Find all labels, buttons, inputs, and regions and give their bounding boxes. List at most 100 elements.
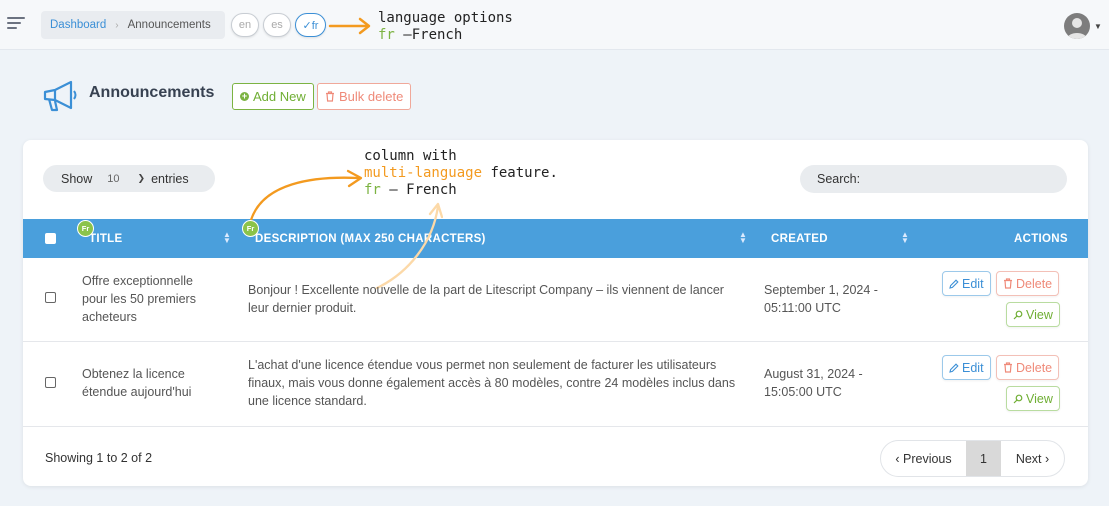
chevron-down-icon: ❯	[137, 173, 146, 183]
entries-label: entries	[151, 171, 189, 186]
megaphone-icon	[43, 80, 77, 112]
delete-label: Delete	[1016, 360, 1053, 375]
breadcrumb-separator-icon: ›	[115, 19, 119, 31]
show-label: Show	[61, 171, 93, 186]
annotation-line: fr –French	[378, 27, 513, 44]
add-new-label: Add New	[253, 89, 306, 104]
row-description: L'achat d'une licence étendue vous perme…	[248, 356, 748, 410]
language-badge: Fr	[77, 220, 94, 237]
sort-icon[interactable]: ▲ ▼	[223, 231, 231, 245]
select-all-checkbox[interactable]	[45, 233, 56, 244]
row-created: August 31, 2024 - 15:05:00 UTC	[764, 365, 863, 401]
row-created-line: September 1, 2024 -	[764, 283, 878, 297]
delete-button[interactable]: Delete	[996, 271, 1060, 296]
previous-page-button[interactable]: ‹ Previous	[881, 441, 966, 476]
next-page-button[interactable]: Next ›	[1001, 441, 1064, 476]
search-box[interactable]: Search:	[800, 165, 1067, 193]
row-created-line: 15:05:00 UTC	[764, 385, 842, 399]
entries-selector: Show 10 ❯ entries	[43, 165, 215, 192]
add-new-button[interactable]: + Add New	[232, 83, 314, 110]
annotation-line: multi-language feature.	[364, 165, 558, 182]
language-switcher: en es ✓fr	[231, 13, 326, 37]
row-title-line: Obtenez la licence	[82, 367, 185, 381]
annotation-multi-language: column with multi-language feature. fr –…	[364, 148, 558, 199]
row-title-line: acheteurs	[82, 310, 137, 324]
row-title-line: pour les 50 premiers	[82, 292, 196, 306]
user-avatar[interactable]	[1064, 13, 1090, 39]
edit-button[interactable]: Edit	[942, 271, 991, 296]
row-title: Offre exceptionnelle pour les 50 premier…	[82, 272, 222, 326]
page-number-button[interactable]: 1	[966, 441, 1001, 476]
annotation-line: column with	[364, 148, 457, 164]
row-description-line: leur dernier produit.	[248, 301, 357, 315]
table-header: TITLE ▲ ▼ DESCRIPTION (MAX 250 CHARACTERS…	[23, 219, 1088, 258]
trash-icon	[326, 91, 334, 102]
annotation-code: fr	[378, 27, 395, 43]
table-row: Offre exceptionnelle pour les 50 premier…	[23, 258, 1088, 342]
view-label: View	[1026, 307, 1053, 322]
annotation-highlight: multi-language	[364, 165, 483, 181]
lang-option-fr[interactable]: ✓fr	[295, 13, 326, 37]
plus-icon: +	[240, 91, 249, 101]
annotation-line: fr – French	[364, 182, 558, 199]
menu-toggle-icon[interactable]	[7, 17, 25, 30]
edit-label: Edit	[962, 360, 984, 375]
user-menu-caret-icon[interactable]: ▼	[1094, 22, 1102, 31]
lang-option-en[interactable]: en	[231, 13, 259, 37]
row-title-line: étendue aujourd'hui	[82, 385, 192, 399]
table-info: Showing 1 to 2 of 2	[45, 451, 153, 465]
trash-icon	[1004, 278, 1012, 289]
page-title: Announcements	[89, 84, 215, 101]
annotation-arrow-icon	[328, 17, 371, 35]
view-label: View	[1026, 391, 1053, 406]
row-select-cell	[45, 292, 56, 303]
annotation-language-options: language options fr –French	[378, 10, 513, 44]
row-checkbox[interactable]	[45, 377, 56, 388]
row-description-line: finaux, mais vous donne également accès …	[248, 376, 736, 390]
select-all-cell	[45, 219, 56, 258]
entries-dropdown[interactable]: 10 ❯	[107, 173, 145, 185]
table-row: Obtenez la licence étendue aujourd'hui L…	[23, 342, 1088, 427]
annotation-text: – French	[380, 182, 457, 198]
row-created-line: 05:11:00 UTC	[764, 301, 841, 315]
search-label: Search:	[817, 172, 861, 186]
announcements-card: Show 10 ❯ entries Search: TITLE ▲ ▼ DESCRI…	[23, 140, 1088, 486]
column-header-title[interactable]: TITLE	[89, 219, 122, 258]
annotation-text: feature.	[482, 165, 558, 181]
search-icon	[1013, 310, 1023, 319]
row-description-line: L'achat d'une licence étendue vous perme…	[248, 358, 717, 372]
search-icon	[1013, 394, 1023, 403]
view-button[interactable]: View	[1006, 302, 1060, 327]
annotation-code: fr	[364, 182, 381, 198]
entries-value: 10	[107, 172, 120, 185]
row-title-line: Offre exceptionnelle	[82, 274, 193, 288]
pagination: ‹ Previous 1 Next ›	[880, 440, 1065, 477]
breadcrumb: Dashboard › Announcements	[41, 11, 225, 39]
row-description-line: une licence standard.	[248, 394, 367, 408]
pencil-icon	[949, 362, 959, 373]
trash-icon	[1004, 362, 1012, 373]
row-select-cell	[45, 377, 56, 388]
breadcrumb-current: Announcements	[127, 19, 211, 31]
language-badge: Fr	[242, 220, 259, 237]
view-button[interactable]: View	[1006, 386, 1060, 411]
top-bar: Dashboard › Announcements en es ✓fr ▼	[0, 0, 1109, 50]
search-input[interactable]	[866, 172, 1047, 186]
annotation-line: language options	[378, 10, 513, 26]
bulk-delete-button[interactable]: Bulk delete	[317, 83, 412, 110]
column-header-actions: ACTIONS	[1014, 232, 1068, 245]
edit-label: Edit	[962, 276, 984, 291]
row-description-line: Bonjour ! Excellente nouvelle de la part…	[248, 283, 724, 297]
sort-icon[interactable]: ▲ ▼	[739, 231, 747, 245]
delete-button[interactable]: Delete	[996, 355, 1060, 380]
sort-icon[interactable]: ▲ ▼	[901, 231, 909, 245]
edit-button[interactable]: Edit	[942, 355, 991, 380]
row-checkbox[interactable]	[45, 292, 56, 303]
column-header-created[interactable]: CREATED	[771, 219, 828, 258]
lang-option-es[interactable]: es	[263, 13, 291, 37]
breadcrumb-dashboard-link[interactable]: Dashboard	[50, 19, 106, 31]
pencil-icon	[949, 278, 959, 289]
delete-label: Delete	[1016, 276, 1053, 291]
row-created: September 1, 2024 - 05:11:00 UTC	[764, 281, 878, 317]
row-description: Bonjour ! Excellente nouvelle de la part…	[248, 281, 748, 317]
